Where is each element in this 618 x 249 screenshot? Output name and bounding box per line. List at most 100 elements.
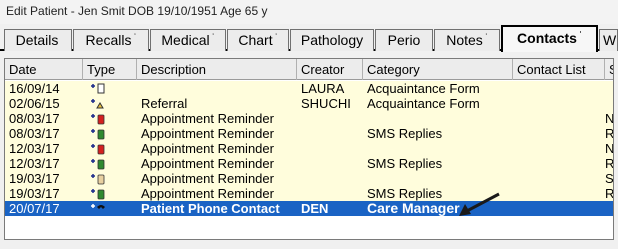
row-s (605, 81, 613, 96)
row-creator (301, 126, 363, 141)
row-date: 19/03/17 (9, 186, 60, 201)
column-header-s[interactable]: S (605, 59, 613, 80)
table-row-selected[interactable]: 20/07/17 Patient Phone Contact DEN Care … (5, 201, 613, 216)
tab-pathology[interactable]: Pathology (290, 29, 374, 51)
table-row[interactable]: 16/09/14 LAURA Acquaintance Form (5, 81, 613, 96)
window-title: Edit Patient - Jen Smit DOB 19/10/1951 A… (0, 0, 618, 24)
row-contact-list (517, 126, 605, 141)
tab-label: W (603, 32, 617, 48)
tab-medical[interactable]: Medical ʿ (150, 29, 226, 51)
column-header-date[interactable]: Date (5, 59, 83, 80)
tab-label: Contacts (517, 30, 577, 46)
column-header-category[interactable]: Category (363, 59, 513, 80)
row-contact-list (517, 156, 605, 171)
tab-caret: ʿ (578, 30, 582, 40)
tab-label: Recalls (85, 32, 132, 48)
row-creator: LAURA (301, 81, 345, 96)
row-creator: DEN (301, 201, 329, 216)
tab-contacts[interactable]: Contacts ʿ (501, 25, 598, 52)
row-date: 12/03/17 (9, 141, 60, 156)
row-description: Appointment Reminder (141, 141, 274, 156)
row-s (605, 201, 613, 216)
sms-out-icon (91, 114, 105, 125)
tab-strip: Details Recalls ʿ Medical ʿ Chart ʿ Patholo… (0, 25, 618, 52)
row-description: Appointment Reminder (141, 156, 274, 171)
row-creator (301, 111, 363, 126)
row-category: Acquaintance Form (367, 81, 480, 96)
table-row[interactable]: 12/03/17 Appointment Reminder N (5, 141, 614, 156)
row-category: Acquaintance Form (367, 96, 480, 111)
row-contact-list (517, 171, 605, 186)
table-row[interactable]: 12/03/17 Appointment Reminder SMS Replie… (5, 156, 614, 171)
row-description: Appointment Reminder (141, 186, 274, 201)
row-s: R (605, 186, 614, 201)
row-date: 19/03/17 (9, 171, 60, 186)
tab-perio[interactable]: Perio (375, 29, 433, 51)
tab-label: Medical (161, 32, 210, 48)
row-category: SMS Replies (367, 126, 443, 141)
row-description: Appointment Reminder (141, 111, 274, 126)
sms-out-icon (91, 174, 105, 185)
table-row[interactable]: 02/06/15 Referral SHUCHI Acquaintance Fo… (5, 96, 613, 111)
row-contact-list (517, 96, 605, 111)
tab-details[interactable]: Details (4, 29, 72, 51)
tab-caret: ʿ (274, 32, 278, 42)
tab-caret: ʿ (133, 32, 137, 42)
tab-label: Notes (446, 32, 483, 48)
sms-in-icon (91, 129, 105, 140)
row-contact-list (517, 81, 605, 96)
row-contact-list (517, 186, 605, 201)
row-contact-list (517, 201, 605, 216)
row-date: 08/03/17 (9, 126, 60, 141)
tab-w[interactable]: W (599, 29, 618, 51)
document-icon (91, 83, 105, 94)
row-s: S (605, 171, 614, 186)
row-creator (301, 156, 363, 171)
row-date: 16/09/14 (9, 81, 60, 96)
tab-caret: ʿ (484, 32, 488, 42)
tab-label: Details (15, 32, 59, 48)
row-date: 02/06/15 (9, 96, 60, 111)
sms-in-icon (91, 159, 105, 170)
row-contact-list (517, 111, 605, 126)
column-header-creator[interactable]: Creator (297, 59, 363, 80)
sms-out-icon (91, 144, 105, 155)
table-row[interactable]: 19/03/17 Appointment Reminder S (5, 171, 614, 186)
phone-icon (91, 204, 105, 209)
column-header-contact-list[interactable]: Contact List (513, 59, 605, 80)
tab-notes[interactable]: Notes ʿ (434, 29, 500, 51)
row-creator (301, 141, 363, 156)
row-category (367, 111, 513, 126)
row-description: Referral (141, 96, 188, 111)
row-date: 20/07/17 (9, 201, 60, 216)
row-category (367, 141, 513, 156)
row-date: 12/03/17 (9, 156, 60, 171)
row-date: 08/03/17 (9, 111, 60, 126)
row-description (141, 81, 297, 96)
row-creator: SHUCHI (301, 96, 351, 111)
tab-label: Perio (387, 32, 421, 48)
table-row[interactable]: 08/03/17 Appointment Reminder SMS Replie… (5, 126, 614, 141)
column-header-description[interactable]: Description (137, 59, 297, 80)
row-s: N (605, 141, 614, 156)
row-s: R (605, 156, 614, 171)
sms-in-icon (91, 189, 105, 200)
row-description: Patient Phone Contact (141, 201, 280, 216)
row-creator (301, 171, 363, 186)
row-category (367, 171, 513, 186)
tab-caret: ʿ (211, 32, 215, 42)
contacts-table: Date Type Description Creator Category C… (4, 58, 614, 240)
tab-label: Chart (238, 32, 273, 48)
table-row[interactable]: 08/03/17 Appointment Reminder N (5, 111, 613, 126)
column-header-type[interactable]: Type (83, 59, 137, 80)
annotation-arrow-icon (459, 192, 500, 216)
row-creator (301, 186, 363, 201)
row-contact-list (517, 141, 605, 156)
row-description: Appointment Reminder (141, 126, 274, 141)
tab-chart[interactable]: Chart ʿ (227, 29, 289, 51)
row-s (605, 96, 613, 111)
row-s: R (605, 126, 614, 141)
table-row[interactable]: 19/03/17 Appointment Reminder SMS Replie… (5, 186, 614, 201)
tab-recalls[interactable]: Recalls ʿ (73, 29, 149, 51)
table-header: Date Type Description Creator Category C… (5, 59, 613, 80)
